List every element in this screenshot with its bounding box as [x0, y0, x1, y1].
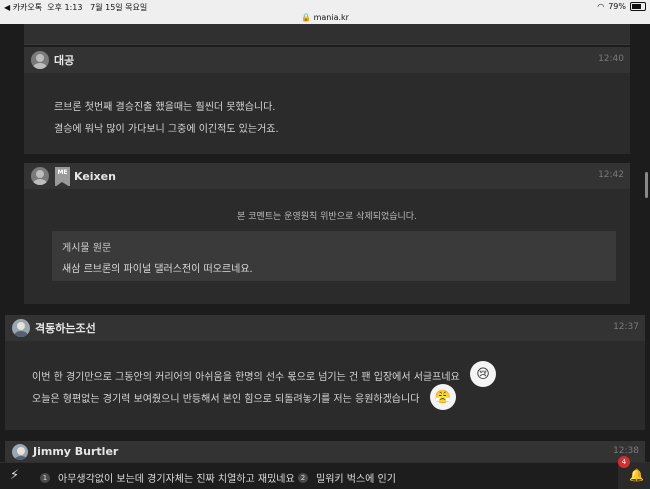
cheering-face-emoticon-icon: 😤 — [430, 384, 456, 410]
comment-header: 격동하는조선 12:37 — [5, 315, 645, 341]
scrollbar-thumb[interactable] — [645, 172, 648, 198]
crying-face-emoticon-icon: 😢 — [470, 361, 496, 387]
trending-item[interactable]: 1 아무생각없이 보는데 경기자체는 진짜 치열하고 재밌네요 — [40, 470, 295, 485]
url-text: mania.kr — [313, 13, 349, 22]
bell-icon: 🔔 — [629, 468, 644, 482]
comment-text-line: 이번 한 경기만으로 그동안의 커리어의 아쉬움을 한명의 선수 몫으로 넘기는… — [32, 372, 460, 383]
comment-time: 12:37 — [613, 322, 639, 332]
comment-text-line: 결승에 워낙 많이 가다보니 그중에 이긴적도 있는거죠. — [54, 124, 279, 135]
deleted-notice: 본 코멘트는 운영원칙 위반으로 삭제되었습니다. — [237, 212, 417, 222]
trending-rank: 2 — [298, 472, 308, 483]
battery-percent: 79% — [608, 2, 626, 11]
avatar[interactable] — [12, 443, 28, 460]
original-post-quote: 게시물 원문 새삼 르브론의 파이널 댈러스전이 떠오르네요. — [52, 231, 616, 281]
battery-icon — [630, 2, 646, 11]
trending-text: 밀워키 벅스에 인기 — [316, 474, 396, 485]
comment-item: 대공 12:40 르브론 첫번째 결승진출 했을때는 훨씬더 못했습니다. 결승… — [24, 47, 630, 154]
avatar[interactable] — [12, 319, 30, 337]
status-clock: 오후 1:13 — [47, 3, 83, 12]
comment-item: ME Keixen 12:42 본 코멘트는 운영원칙 위반으로 삭제되었습니다… — [24, 163, 630, 304]
lock-icon: 🔒 — [301, 13, 312, 22]
status-date: 7월 15일 목요일 — [90, 3, 148, 12]
comment-item: Jimmy Burtler 12:38 — [5, 441, 645, 462]
level-badge: ME — [55, 166, 70, 187]
comment-time: 12:38 — [613, 446, 639, 456]
quote-title: 게시물 원문 — [62, 243, 112, 254]
comment-header: 대공 12:40 — [24, 47, 630, 73]
comment-header: Jimmy Burtler 12:38 — [5, 441, 645, 462]
trending-rank: 1 — [40, 472, 50, 483]
notification-count-badge: 4 — [618, 456, 630, 468]
status-left: ◀ 카카오톡 오후 1:13 7월 15일 목요일 — [4, 2, 147, 13]
comment-item: 격동하는조선 12:37 이번 한 경기만으로 그동안의 커리어의 아쉬움을 한… — [5, 315, 645, 430]
comment-author[interactable]: 대공 — [54, 52, 74, 68]
quote-text: 새삼 르브론의 파이널 댈러스전이 떠오르네요. — [62, 264, 253, 275]
trending-text: 아무생각없이 보는데 경기자체는 진짜 치열하고 재밌네요 — [58, 474, 295, 485]
comment-time: 12:40 — [598, 54, 624, 64]
avatar[interactable] — [31, 51, 49, 69]
comment-time: 12:42 — [598, 170, 624, 180]
comment-header: ME Keixen 12:42 — [24, 163, 630, 189]
wifi-icon: ◠ — [597, 2, 605, 11]
back-to-app-link[interactable]: ◀ 카카오톡 — [4, 3, 42, 12]
comment-author[interactable]: Jimmy Burtler — [33, 445, 118, 458]
status-bar: ◀ 카카오톡 오후 1:13 7월 15일 목요일 ◠ 79% 🔒 mania.… — [0, 0, 650, 24]
trending-item[interactable]: 2 밀워키 벅스에 인기 — [298, 470, 396, 485]
comment-text-line: 오늘은 형편없는 경기력 보여줬으니 반등해서 본인 힘으로 되돌려놓기를 저는… — [32, 394, 420, 405]
comment-author[interactable]: Keixen — [74, 170, 116, 183]
bolt-icon[interactable]: ⚡ — [10, 468, 19, 483]
comment-text-line: 르브론 첫번째 결승진출 했을때는 훨씬더 못했습니다. — [54, 102, 276, 113]
bottom-trending-bar: ⚡ 1 아무생각없이 보는데 경기자체는 진짜 치열하고 재밌네요 2 밀워키 … — [0, 462, 650, 489]
status-right: ◠ 79% — [597, 2, 646, 11]
comment-author[interactable]: 격동하는조선 — [35, 320, 96, 336]
previous-comment-tail — [24, 24, 630, 45]
address-bar[interactable]: 🔒 mania.kr — [0, 13, 650, 22]
avatar[interactable] — [31, 167, 49, 185]
